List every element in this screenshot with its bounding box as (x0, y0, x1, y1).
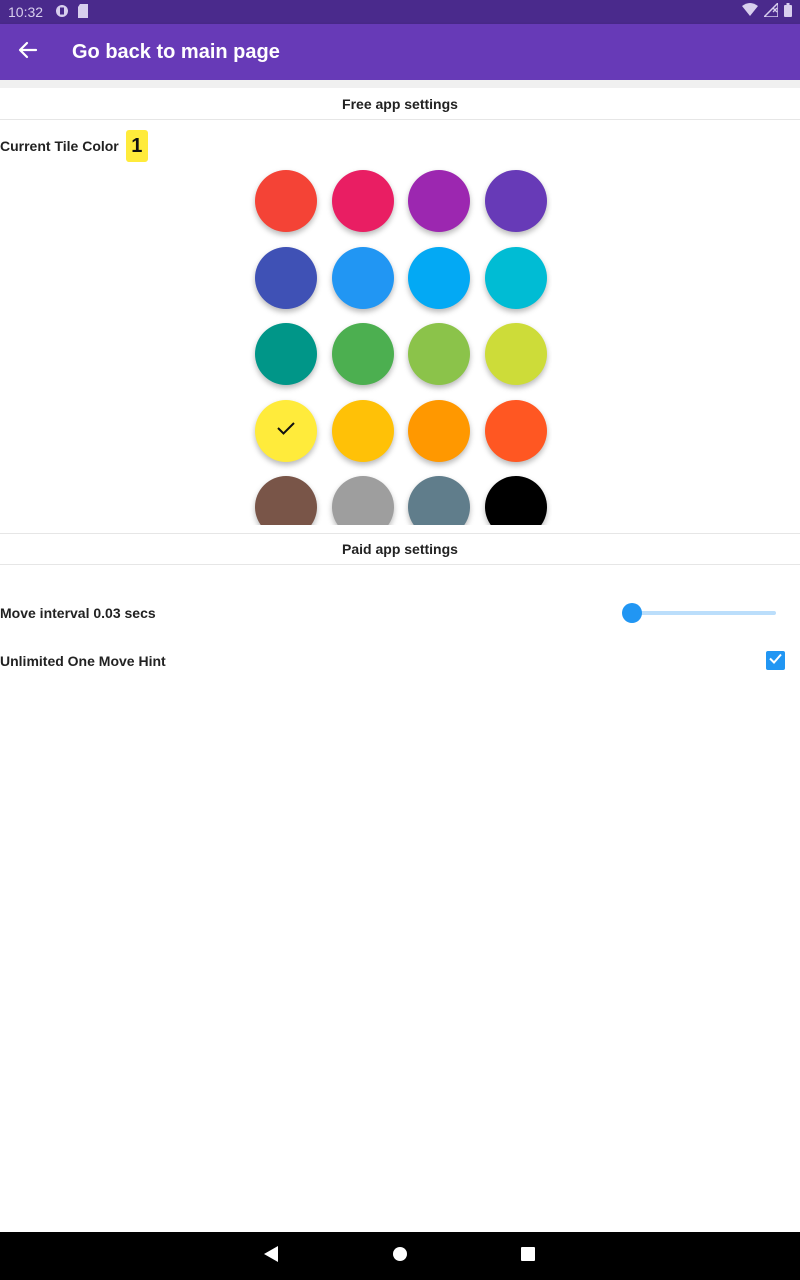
free-settings-header: Free app settings (0, 88, 800, 120)
color-swatch[interactable] (331, 323, 394, 385)
color-swatch[interactable] (331, 246, 394, 309)
nav-back-button[interactable] (259, 1244, 283, 1268)
color-swatch[interactable] (255, 246, 317, 309)
signal-icon (762, 1, 779, 20)
nav-home-button[interactable] (388, 1244, 412, 1268)
app-bar: Go back to main page (0, 24, 800, 80)
color-swatch[interactable] (408, 399, 470, 462)
back-button[interactable] (0, 24, 56, 80)
check-icon (276, 418, 296, 443)
current-tile-color: Current Tile Color 1 (0, 130, 148, 162)
color-swatch[interactable] (484, 246, 547, 309)
current-tile-color-label: Current Tile Color (0, 138, 119, 154)
sd-card-icon (77, 3, 89, 21)
color-swatch[interactable] (331, 476, 394, 525)
color-swatch[interactable] (408, 246, 470, 309)
hint-row: Unlimited One Move Hint (0, 646, 800, 676)
nav-recents-button[interactable] (516, 1244, 540, 1268)
color-palette (248, 164, 552, 525)
status-bar: 10:32 (0, 0, 800, 24)
arrow-back-icon (18, 40, 38, 65)
top-divider (0, 80, 800, 88)
status-time: 10:32 (8, 4, 44, 20)
color-swatch[interactable] (255, 170, 317, 232)
color-swatch[interactable] (484, 323, 547, 385)
back-triangle-icon (262, 1245, 280, 1268)
color-swatch[interactable] (484, 399, 547, 462)
color-swatch[interactable] (408, 476, 470, 525)
tile-preview-badge: 1 (125, 130, 148, 162)
color-swatch[interactable] (408, 170, 470, 232)
slider-thumb[interactable] (622, 603, 642, 623)
paid-settings-header: Paid app settings (0, 533, 800, 565)
home-circle-icon (392, 1246, 408, 1267)
color-swatch[interactable] (331, 399, 394, 462)
slider-track[interactable] (632, 611, 776, 615)
color-swatch[interactable] (408, 323, 470, 385)
color-swatch-selected[interactable] (255, 399, 317, 462)
move-interval-slider[interactable] (622, 602, 778, 624)
battery-icon (784, 3, 792, 20)
move-interval-label: Move interval 0.03 secs (0, 605, 156, 621)
hint-label: Unlimited One Move Hint (0, 653, 166, 669)
hint-checkbox[interactable] (766, 651, 785, 670)
wifi-icon (742, 3, 758, 20)
color-swatch[interactable] (484, 170, 547, 232)
fdroid-icon (55, 4, 69, 21)
status-right-icons (742, 1, 792, 20)
app-bar-title[interactable]: Go back to main page (72, 41, 280, 64)
system-nav-bar (0, 1232, 800, 1280)
color-swatch[interactable] (255, 476, 317, 525)
recents-square-icon (520, 1246, 536, 1267)
color-swatch[interactable] (484, 476, 547, 525)
color-swatch[interactable] (255, 323, 317, 385)
check-icon (768, 651, 783, 671)
color-swatch[interactable] (331, 170, 394, 232)
